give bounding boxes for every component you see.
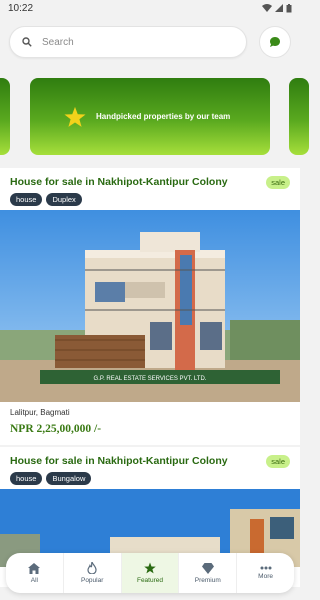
house-photo-illustration: G.P. REAL ESTATE SERVICES PVT. LTD. xyxy=(0,210,300,402)
listing-header: House for sale in Nakhipot-Kantipur Colo… xyxy=(0,447,300,468)
more-dots-icon xyxy=(260,566,272,570)
chat-button[interactable] xyxy=(259,26,291,58)
battery-icon xyxy=(286,3,292,12)
listing-header: House for sale in Nakhipot-Kantipur Colo… xyxy=(0,168,300,189)
listing-tags: house Duplex xyxy=(0,189,300,206)
listing-title[interactable]: House for sale in Nakhipot-Kantipur Colo… xyxy=(10,455,228,467)
nav-label: All xyxy=(30,576,39,584)
fire-icon xyxy=(87,562,97,574)
nav-all[interactable]: All xyxy=(6,553,64,593)
nav-more[interactable]: More xyxy=(237,553,294,593)
listing-photo[interactable]: G.P. REAL ESTATE SERVICES PVT. LTD. xyxy=(0,210,300,402)
sale-badge: sale xyxy=(266,176,290,189)
diamond-icon xyxy=(201,562,214,574)
status-bar: 10:22 xyxy=(0,0,300,16)
banner-text: Handpicked properties by our team xyxy=(96,112,231,121)
star-icon xyxy=(144,562,156,574)
tag-house: house xyxy=(10,193,43,206)
banner-handpicked[interactable]: Handpicked properties by our team xyxy=(30,78,270,155)
bottom-navigation: All Popular Featured Premium More xyxy=(6,553,294,593)
banner-prev[interactable] xyxy=(0,78,10,155)
tag-house: house xyxy=(10,472,43,485)
nav-premium[interactable]: Premium xyxy=(179,553,238,593)
nav-label: More xyxy=(258,573,273,580)
listing-location: Lalitpur, Bagmati xyxy=(10,408,70,417)
listing-tags: house Bungalow xyxy=(0,468,300,485)
signal-icon xyxy=(275,4,283,12)
nav-label: Featured xyxy=(136,577,163,584)
banner-next[interactable] xyxy=(289,78,309,155)
tag-type: Bungalow xyxy=(46,472,92,485)
listing-card[interactable]: House for sale in Nakhipot-Kantipur Colo… xyxy=(0,168,300,445)
home-icon xyxy=(28,562,41,574)
nav-featured[interactable]: Featured xyxy=(121,553,180,593)
watermark-text: G.P. REAL ESTATE SERVICES PVT. LTD. xyxy=(94,376,207,382)
nav-label: Premium xyxy=(194,576,221,584)
nav-label: Popular xyxy=(80,577,104,584)
sale-badge: sale xyxy=(266,455,290,468)
tag-type: Duplex xyxy=(46,193,82,206)
status-time: 10:22 xyxy=(8,2,34,14)
wifi-icon xyxy=(262,4,272,12)
search-box[interactable] xyxy=(9,26,247,58)
search-input[interactable] xyxy=(42,36,222,48)
listing-price: NPR 2,25,00,000 /- xyxy=(10,423,102,435)
status-icons xyxy=(262,3,292,13)
star-icon xyxy=(64,106,86,127)
nav-popular[interactable]: Popular xyxy=(64,553,122,593)
chat-bubble-icon xyxy=(270,37,280,47)
search-icon xyxy=(22,37,32,47)
listing-title[interactable]: House for sale in Nakhipot-Kantipur Colo… xyxy=(10,176,228,188)
search-row xyxy=(9,26,291,58)
promo-carousel[interactable]: Handpicked properties by our team xyxy=(0,78,309,156)
